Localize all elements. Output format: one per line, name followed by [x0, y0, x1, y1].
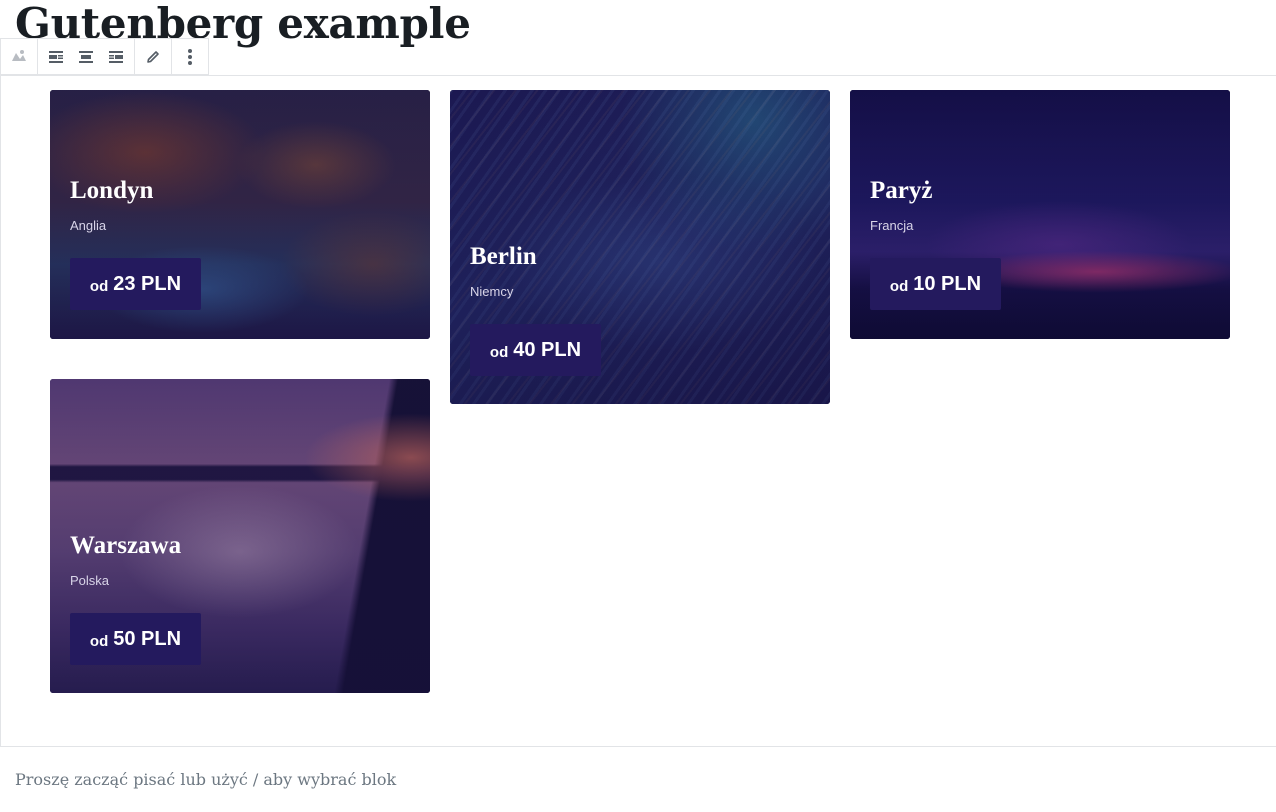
toolbar-group-alignment: [38, 39, 135, 74]
block-type-icon[interactable]: [4, 39, 34, 74]
price-prefix: od: [889, 277, 909, 295]
price-button[interactable]: od 23 PLN: [70, 258, 201, 310]
price-amount: 50 PLN: [113, 627, 182, 650]
toolbar-group-more: [172, 39, 208, 74]
more-options-icon[interactable]: [175, 39, 205, 74]
country-name: Anglia: [70, 218, 107, 233]
price-button[interactable]: od 50 PLN: [70, 613, 201, 665]
destination-card-warszawa[interactable]: Warszawa Polska od 50 PLN: [50, 379, 430, 693]
card-content: Londyn Anglia od 23 PLN: [70, 90, 410, 339]
city-name: Paryż: [870, 177, 933, 204]
card-content: Warszawa Polska od 50 PLN: [70, 379, 410, 693]
price-amount: 40 PLN: [513, 338, 582, 361]
align-right-icon[interactable]: [101, 39, 131, 74]
toolbar-group-edit: [135, 39, 172, 74]
price-amount: 10 PLN: [913, 272, 982, 295]
edit-pencil-icon[interactable]: [138, 39, 168, 74]
city-name: Warszawa: [70, 532, 182, 559]
card-content: Berlin Niemcy od 40 PLN: [470, 90, 810, 404]
country-name: Niemcy: [470, 284, 514, 299]
city-name: Berlin: [470, 243, 537, 270]
destination-card-paryz[interactable]: Paryż Francja od 10 PLN: [850, 90, 1230, 339]
price-prefix: od: [89, 277, 109, 295]
align-center-icon[interactable]: [71, 39, 101, 74]
country-name: Polska: [70, 573, 110, 588]
toolbar-group-block-type: [1, 39, 38, 74]
block-appender-placeholder[interactable]: Proszę zacząć pisać lub użyć / aby wybra…: [15, 769, 396, 791]
country-name: Francja: [870, 218, 914, 233]
price-prefix: od: [489, 343, 509, 361]
card-content: Paryż Francja od 10 PLN: [870, 90, 1210, 339]
block-toolbar: [0, 38, 209, 75]
price-button[interactable]: od 40 PLN: [470, 324, 601, 376]
destination-card-berlin[interactable]: Berlin Niemcy od 40 PLN: [450, 90, 830, 404]
destination-card-londyn[interactable]: Londyn Anglia od 23 PLN: [50, 90, 430, 339]
city-name: Londyn: [70, 177, 154, 204]
price-amount: 23 PLN: [113, 272, 182, 295]
align-left-icon[interactable]: [41, 39, 71, 74]
price-button[interactable]: od 10 PLN: [870, 258, 1001, 310]
price-prefix: od: [89, 632, 109, 650]
